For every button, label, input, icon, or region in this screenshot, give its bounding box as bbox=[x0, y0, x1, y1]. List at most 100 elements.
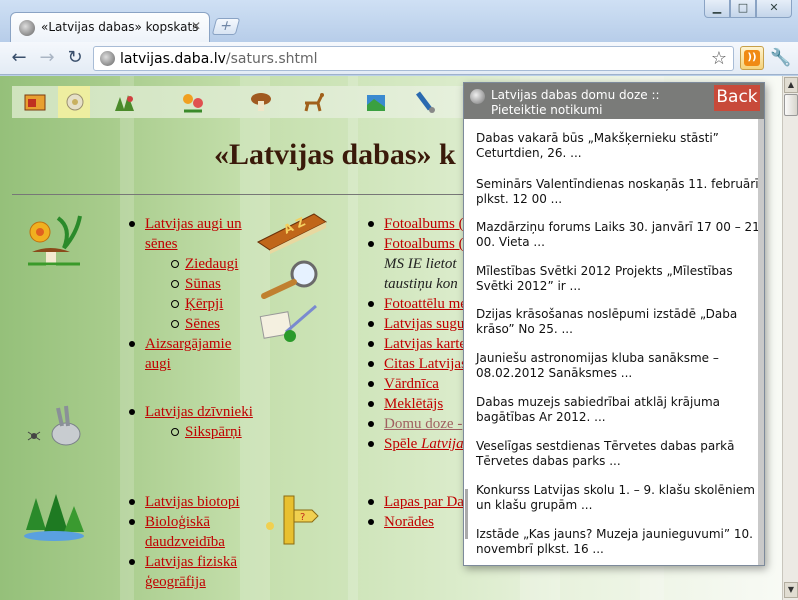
link-biotopi[interactable]: Latvijas biotopi bbox=[145, 494, 240, 510]
hare-insect-illustration bbox=[27, 405, 81, 446]
list-item: Latvijas fiziskā ģeogrāfija bbox=[129, 552, 255, 592]
feed-item[interactable]: Dzijas krāsošanas noslēpumi izstādē „Dab… bbox=[476, 307, 760, 337]
link-senes[interactable]: Sēnes bbox=[185, 316, 220, 332]
link-sunas[interactable]: Sūnas bbox=[185, 276, 221, 292]
tool-icon[interactable] bbox=[412, 89, 438, 115]
close-window-button[interactable]: ✕ bbox=[756, 0, 792, 18]
address-bar[interactable]: latvijas.daba.lv/saturs.shtml ☆ bbox=[93, 46, 734, 71]
url-text: latvijas.daba.lv/saturs.shtml bbox=[120, 51, 318, 67]
bookmark-star-icon[interactable]: ☆ bbox=[711, 48, 727, 69]
flowers-icon[interactable] bbox=[180, 89, 206, 115]
animals-nav-list: Latvijas dzīvnieki Sikspārņi bbox=[129, 402, 255, 442]
feed-globe-icon bbox=[470, 89, 485, 104]
popup-title: Latvijas dabas domu doze :: Pieteiktie n… bbox=[491, 88, 660, 117]
magnifier-icon bbox=[261, 260, 318, 299]
browser-toolbar: ← → ↻ latvijas.daba.lv/saturs.shtml ☆ ))… bbox=[0, 42, 798, 75]
link-domu-doze[interactable]: Domu doze - bbox=[384, 416, 462, 432]
url-domain: latvijas.daba.lv bbox=[120, 51, 226, 67]
link-aizsargajamie-augi[interactable]: Aizsargājamie augi bbox=[145, 336, 231, 372]
link-norades[interactable]: Norādes bbox=[384, 514, 434, 530]
page-scrollbar[interactable]: ▲ ▼ bbox=[782, 76, 798, 600]
link-fotoattelu[interactable]: Fotoattēlu me bbox=[384, 296, 467, 312]
link-kerpji[interactable]: Ķērpji bbox=[185, 296, 223, 312]
feed-item[interactable]: Konkurss Latvijas skolu 1. – 9. klašu sk… bbox=[476, 483, 760, 513]
list-item: Ziedaugi bbox=[171, 254, 255, 274]
link-lapas[interactable]: Lapas par Da bbox=[384, 494, 464, 510]
flower-mushroom-illustration bbox=[28, 215, 82, 266]
feed-scroll-indicator bbox=[465, 489, 468, 539]
link-kartes[interactable]: Latvijas karte bbox=[384, 336, 466, 352]
list-item: Ķērpji bbox=[171, 294, 255, 314]
site-icon-bar bbox=[12, 86, 464, 118]
link-mekletajs[interactable]: Meklētājs bbox=[384, 396, 443, 412]
back-arrow-icon[interactable]: ← bbox=[8, 48, 30, 70]
feed-item[interactable]: Jauniešu astronomijas kluba sanāksme – 0… bbox=[476, 351, 760, 381]
feed-scroll-thumb[interactable] bbox=[758, 119, 764, 565]
ms-ie-note: MS IE lietot bbox=[384, 256, 457, 272]
feed-item[interactable]: Izstāde „Kas jauns? Muzeja jaunieguvumi”… bbox=[476, 527, 760, 557]
link-bio-daudzveidiba[interactable]: Bioloģiskā daudzveidība bbox=[145, 514, 225, 550]
spele-italic: Latvija bbox=[421, 436, 464, 452]
back-button[interactable]: Back bbox=[714, 85, 760, 111]
landscape-icon[interactable] bbox=[364, 89, 390, 115]
scroll-down-arrow[interactable]: ▼ bbox=[784, 582, 798, 598]
browser-titlebar: «Latvijas dabas» kopskats ✕ + ▁ □ ✕ bbox=[0, 0, 798, 42]
feed-scrollbar[interactable] bbox=[758, 119, 764, 565]
feed-item[interactable]: Mazdārziņu forums Laiks 30. janvārī 17 0… bbox=[476, 220, 760, 250]
link-sugu[interactable]: Latvijas sugu bbox=[384, 316, 464, 332]
scroll-thumb[interactable] bbox=[784, 94, 798, 116]
link-vardnica[interactable]: Vārdnīca bbox=[384, 376, 439, 392]
az-book-icon: A Z bbox=[257, 213, 327, 254]
link-citas[interactable]: Citas Latvijas bbox=[384, 356, 467, 372]
minimize-button[interactable]: ▁ bbox=[704, 0, 730, 18]
link-fiziska-geografija[interactable]: Latvijas fiziskā ģeogrāfija bbox=[145, 554, 237, 590]
ms-ie-note-2: taustiņu kon bbox=[384, 276, 458, 292]
home-folder-icon[interactable] bbox=[22, 89, 48, 115]
spele-text: Spēle bbox=[384, 436, 422, 452]
list-item: Sēnes bbox=[171, 314, 255, 334]
maximize-button[interactable]: □ bbox=[730, 0, 756, 18]
scroll-up-arrow[interactable]: ▲ bbox=[784, 77, 798, 93]
link-fotoalbums-1[interactable]: Fotoalbums ( bbox=[384, 216, 464, 232]
list-item: Bioloģiskā daudzveidība bbox=[129, 512, 255, 552]
plants-icon[interactable] bbox=[112, 89, 138, 115]
deer-icon[interactable] bbox=[300, 89, 326, 115]
feed-item[interactable]: Mīlestības Svētki 2012 Projekts „Mīlestī… bbox=[476, 264, 760, 294]
link-fotoalbums-2[interactable]: Fotoalbums ( bbox=[384, 236, 464, 252]
link-ziedaugi[interactable]: Ziedaugi bbox=[185, 256, 238, 272]
globe-icon bbox=[19, 20, 35, 36]
forward-arrow-icon[interactable]: → bbox=[36, 48, 58, 70]
new-tab-button[interactable]: + bbox=[211, 18, 241, 35]
list-item: Aizsargājamie augi bbox=[129, 334, 255, 374]
flower-head-icon[interactable] bbox=[62, 89, 88, 115]
feed-item[interactable]: Veselīgas sestdienas Tērvetes dabas park… bbox=[476, 439, 760, 469]
list-item: Sūnas bbox=[171, 274, 255, 294]
rss-extension-button[interactable]: )) bbox=[740, 46, 764, 70]
list-item: Latvijas biotopi bbox=[129, 492, 255, 512]
popup-header: Latvijas dabas domu doze :: Pieteiktie n… bbox=[464, 83, 764, 119]
browser-tab[interactable]: «Latvijas dabas» kopskats ✕ bbox=[10, 12, 210, 42]
scroll-quill-icon bbox=[259, 304, 317, 342]
link-augi-senes[interactable]: Latvijas augi un sēnes bbox=[145, 216, 242, 252]
page-globe-icon bbox=[100, 51, 115, 66]
feed-item[interactable]: Dabas muzejs sabiedrībai atklāj krājuma … bbox=[476, 395, 760, 425]
feed-item[interactable]: Dabas vakarā būs „Makšķernieku stāsti” C… bbox=[476, 131, 760, 161]
link-dzivnieki[interactable]: Latvijas dzīvnieki bbox=[145, 404, 253, 420]
svg-text:?: ? bbox=[300, 512, 305, 523]
tab-title: «Latvijas dabas» kopskats bbox=[41, 20, 199, 34]
rss-icon: )) bbox=[744, 50, 760, 66]
mushroom-icon[interactable] bbox=[248, 89, 274, 115]
reload-icon[interactable]: ↻ bbox=[64, 48, 86, 70]
list-item: Sikspārņi bbox=[171, 422, 255, 442]
list-item: Latvijas dzīvnieki bbox=[129, 402, 255, 422]
url-path: /saturs.shtml bbox=[225, 51, 318, 67]
feed-item[interactable]: Seminārs Valentīndienas noskaņās 11. feb… bbox=[476, 177, 760, 207]
nature-nav-list: Latvijas augi un sēnes Ziedaugi Sūnas Ķē… bbox=[129, 214, 255, 374]
wrench-menu-icon[interactable]: 🔧 bbox=[770, 48, 791, 68]
list-item: Latvijas augi un sēnes bbox=[129, 214, 255, 254]
biotope-nav-list: Latvijas biotopi Bioloģiskā daudzveidība… bbox=[129, 492, 255, 592]
link-sikspirni[interactable]: Sikspārņi bbox=[185, 424, 242, 440]
link-spele[interactable]: Spēle Latvija bbox=[384, 436, 464, 452]
tab-close-icon[interactable]: ✕ bbox=[191, 19, 201, 33]
signpost-icon: ? bbox=[266, 495, 319, 545]
